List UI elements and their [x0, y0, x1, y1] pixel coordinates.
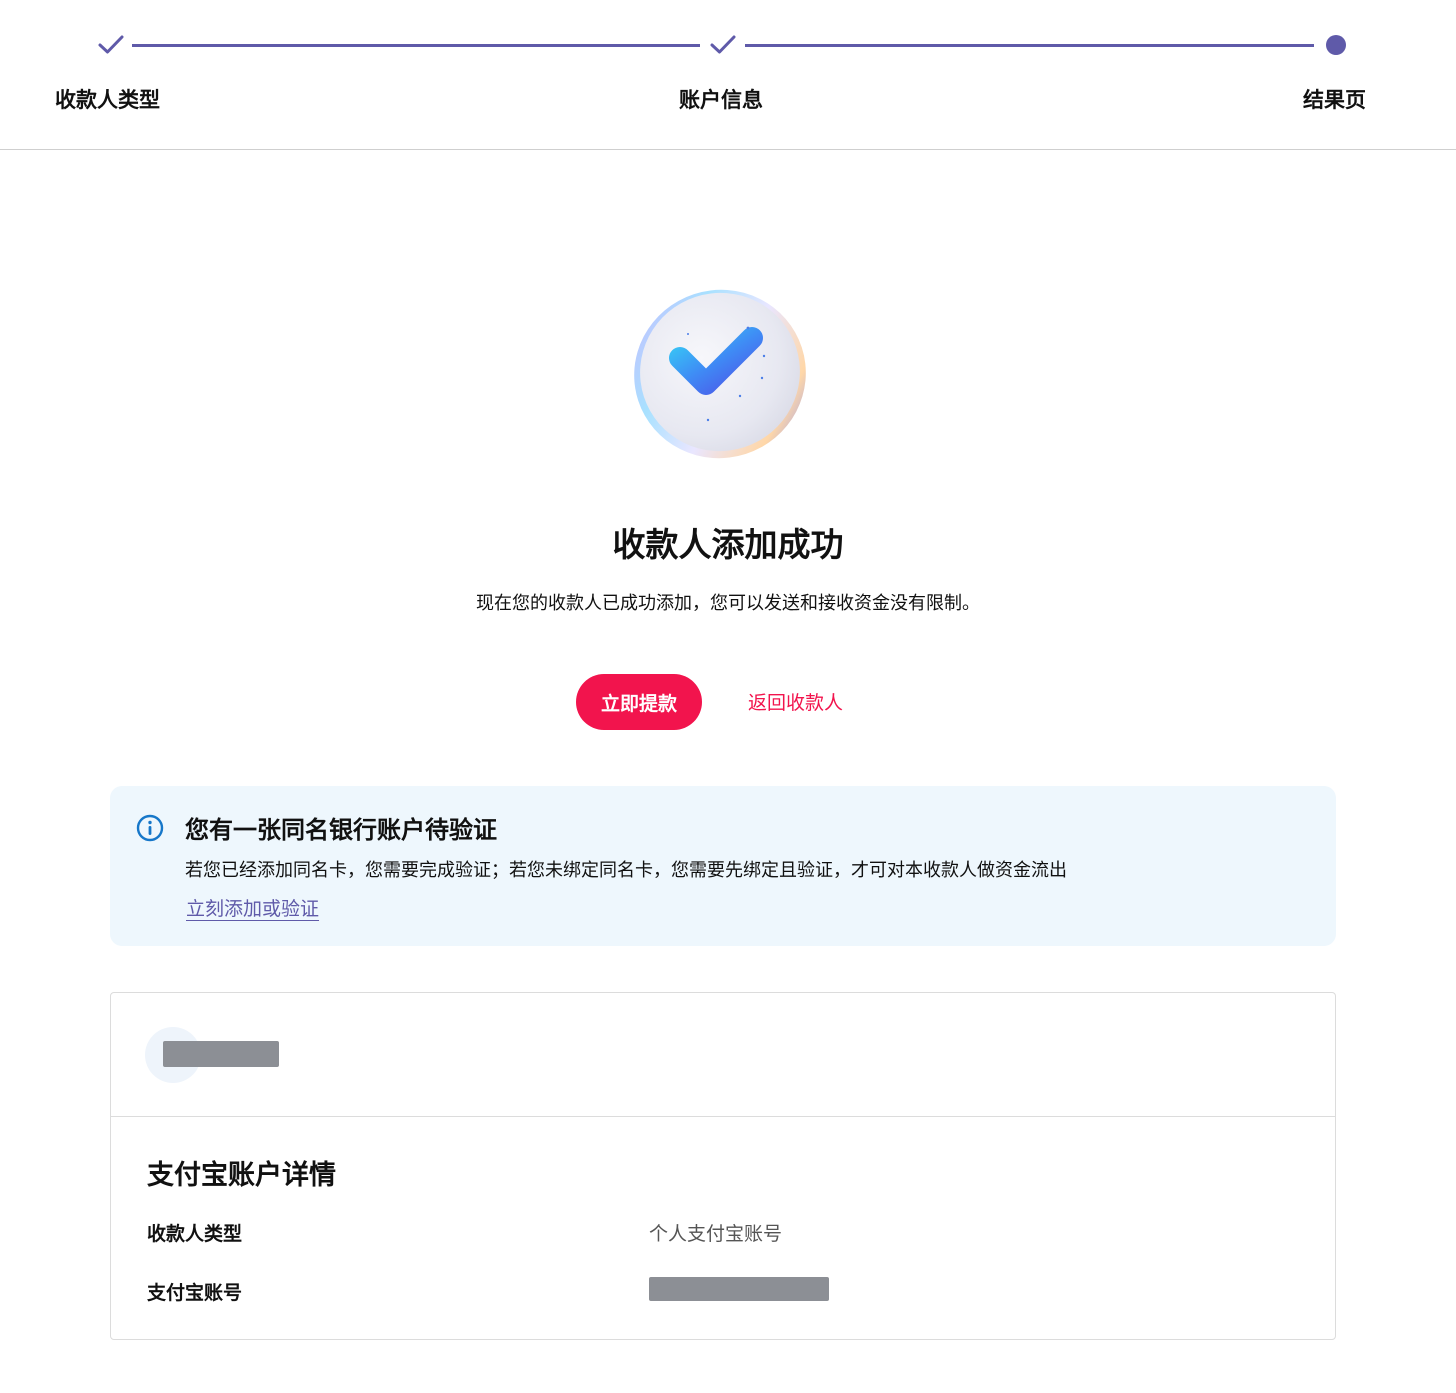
- progress-stepper: 收款人类型 账户信息 结果页: [0, 0, 1456, 150]
- step-connector-1: [132, 44, 700, 47]
- notice-title: 您有一张同名银行账户待验证: [185, 816, 497, 844]
- step-3-current-dot-icon: [1321, 30, 1351, 60]
- info-circle-icon: [136, 814, 164, 842]
- payee-type-value: 个人支付宝账号: [649, 1223, 783, 1245]
- card-header: [111, 993, 1335, 1117]
- payee-name-redacted: [163, 1041, 279, 1067]
- step-connector-2: [745, 44, 1314, 47]
- step-1-check-icon: [96, 30, 126, 60]
- notice-body: 若您已经添加同名卡，您需要完成验证；若您未绑定同名卡，您需要先绑定且验证，才可对…: [185, 860, 1067, 881]
- result-subtitle: 现在您的收款人已成功添加，您可以发送和接收资金没有限制。: [476, 593, 980, 614]
- back-to-payees-link[interactable]: 返回收款人: [748, 688, 843, 715]
- payee-type-label: 收款人类型: [147, 1223, 243, 1245]
- withdraw-now-button[interactable]: 立即提款: [576, 674, 702, 730]
- success-check-icon: [628, 280, 812, 464]
- step-label-payee-type: 收款人类型: [55, 88, 160, 112]
- payee-details-card: 支付宝账户详情 收款人类型 个人支付宝账号 支付宝账号: [110, 992, 1336, 1340]
- step-label-account-info: 账户信息: [679, 88, 763, 112]
- step-label-result: 结果页: [1303, 88, 1366, 112]
- step-2-check-icon: [708, 30, 738, 60]
- result-title: 收款人添加成功: [612, 525, 844, 564]
- add-or-verify-link[interactable]: 立刻添加或验证: [186, 894, 319, 921]
- alipay-account-label: 支付宝账号: [147, 1282, 243, 1304]
- verification-notice: 您有一张同名银行账户待验证 若您已经添加同名卡，您需要完成验证；若您未绑定同名卡…: [110, 786, 1336, 946]
- alipay-account-redacted: [649, 1277, 829, 1301]
- section-title: 支付宝账户详情: [147, 1160, 336, 1191]
